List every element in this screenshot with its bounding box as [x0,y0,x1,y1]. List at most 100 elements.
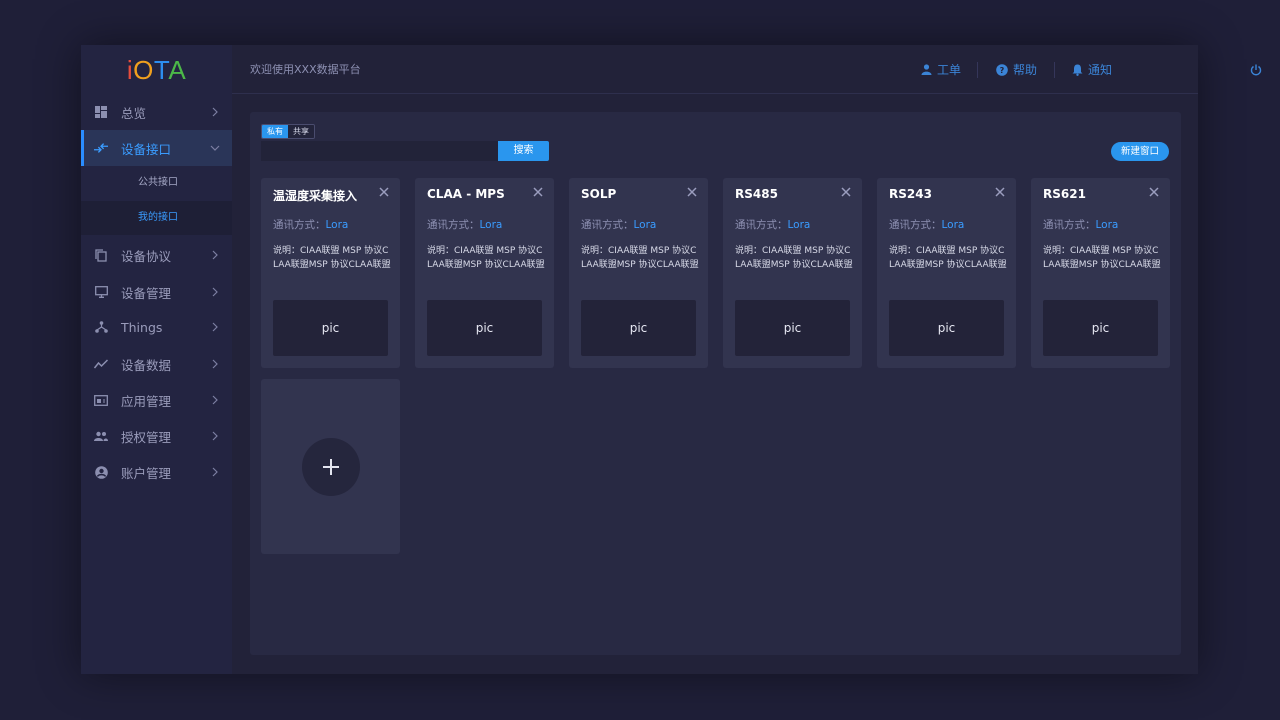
close-icon[interactable] [378,186,390,198]
chevron-right-icon [212,250,218,260]
card-picture: pic [581,300,696,356]
interface-card[interactable]: CLAA - MPS 通讯方式：Lora 说明：CIAA联盟 MSP 协议CLA… [415,178,554,368]
interface-card[interactable]: RS243 通讯方式：Lora 说明：CIAA联盟 MSP 协议CLAA联盟MS… [877,178,1016,368]
mode-label: 通讯方式： [427,219,480,231]
chevron-right-icon [212,287,218,297]
card-mode: 通讯方式：Lora [427,217,502,232]
welcome-text: 欢迎使用XXX数据平台 [250,63,361,76]
new-window-button[interactable]: 新建窗口 [1111,142,1169,161]
close-icon[interactable] [686,186,698,198]
notify-label: 通知 [1088,63,1113,77]
mode-label: 通讯方式： [581,219,634,231]
card-picture: pic [273,300,388,356]
account-icon [94,465,108,479]
card-description: 说明：CIAA联盟 MSP 协议CLAA联盟MSP 协议CLAA联盟 [581,246,699,270]
mode-value: Lora [1095,219,1119,231]
card-description: 说明：CIAA联盟 MSP 协议CLAA联盟MSP 协议CLAA联盟 [273,246,391,270]
main-panel: 私有 共享 搜索 新建窗口 温湿度采集接入 通讯方式：Lora 说明：CIAA联… [250,112,1181,655]
close-icon[interactable] [840,186,852,198]
bell-icon [1072,64,1083,76]
top-header: 欢迎使用XXX数据平台 工单 ? 帮助 通知 [232,45,1262,94]
sidebar-item-label: 应用管理 [121,393,172,409]
sidebar-item-label: 设备数据 [121,357,172,373]
chevron-down-icon [210,145,220,151]
interface-card[interactable]: RS621 通讯方式：Lora 说明：CIAA联盟 MSP 协议CLAA联盟MS… [1031,178,1170,368]
power-icon [1250,64,1262,75]
help-icon: ? [996,63,1008,76]
card-title: RS621 [1043,187,1086,201]
sidebar-item-device-protocol[interactable]: 设备协议 [81,237,232,273]
card-picture: pic [1043,300,1158,356]
interface-card[interactable]: SOLP 通讯方式：Lora 说明：CIAA联盟 MSP 协议CLAA联盟MSP… [569,178,708,368]
sidebar-item-label: 授权管理 [121,429,172,445]
close-icon[interactable] [994,186,1006,198]
sidebar-item-app-management[interactable]: 应用管理 [81,382,232,418]
tab-shared[interactable]: 共享 [288,125,314,138]
help-button[interactable]: ? 帮助 [996,45,1037,94]
sidebar-item-label: 设备协议 [121,248,172,264]
logo-letter-t: T [153,55,169,85]
card-description: 说明：CIAA联盟 MSP 协议CLAA联盟MSP 协议CLAA联盟 [427,246,545,270]
sidebar-item-overview[interactable]: 总览 [81,94,232,130]
scope-toggle: 私有 共享 [261,124,315,139]
interface-icon [94,141,108,155]
mode-label: 通讯方式： [273,219,326,231]
sidebar-item-label: 设备接口 [121,141,172,157]
sidebar-item-auth-management[interactable]: 授权管理 [81,418,232,454]
card-title: RS243 [889,187,932,201]
sidebar-item-account-management[interactable]: 账户管理 [81,454,232,490]
user-icon [921,64,932,75]
mode-value: Lora [479,219,503,231]
sidebar-item-device-interface[interactable]: 设备接口 [81,130,232,166]
notify-button[interactable]: 通知 [1072,45,1112,94]
card-picture: pic [889,300,1004,356]
app-window: iOTA 总览 设备接口 公共接口 我的接口 设备协议 设备管理 Things … [81,45,1262,674]
hierarchy-icon [94,320,108,334]
sidebar-item-things[interactable]: Things [81,309,232,345]
chevron-right-icon [212,431,218,441]
plus-icon [323,459,339,475]
mode-value: Lora [787,219,811,231]
search-input[interactable] [261,141,498,161]
card-mode: 通讯方式：Lora [1043,217,1118,232]
mode-value: Lora [941,219,965,231]
card-mode: 通讯方式：Lora [581,217,656,232]
dashboard-icon [94,105,108,119]
card-picture: pic [427,300,542,356]
monitor-icon [94,285,108,299]
close-icon[interactable] [532,186,544,198]
ticket-button[interactable]: 工单 [921,45,961,94]
card-description: 说明：CIAA联盟 MSP 协议CLAA联盟MSP 协议CLAA联盟 [735,246,853,270]
tab-private[interactable]: 私有 [262,125,288,138]
chevron-right-icon [212,467,218,477]
close-icon[interactable] [1148,186,1160,198]
interface-card[interactable]: 温湿度采集接入 通讯方式：Lora 说明：CIAA联盟 MSP 协议CLAA联盟… [261,178,400,368]
app-logo[interactable]: iOTA [81,53,232,87]
add-interface-card[interactable] [261,379,400,554]
header-divider [977,62,978,78]
power-button[interactable] [1250,45,1267,94]
sidebar-item-label: 账户管理 [121,465,172,481]
logo-letter-o: O [133,55,154,85]
card-mode: 通讯方式：Lora [273,217,348,232]
card-title: SOLP [581,187,617,201]
search-button[interactable]: 搜索 [498,141,549,161]
sidebar-item-device-management[interactable]: 设备管理 [81,274,232,310]
sidebar-item-device-data[interactable]: 设备数据 [81,346,232,382]
sidebar-subitem-public-interface[interactable]: 公共接口 [81,166,232,200]
app-icon [94,393,108,407]
mode-label: 通讯方式： [889,219,942,231]
card-title: CLAA - MPS [427,187,505,201]
help-label: 帮助 [1013,63,1038,77]
chevron-right-icon [212,359,218,369]
interface-card[interactable]: RS485 通讯方式：Lora 说明：CIAA联盟 MSP 协议CLAA联盟MS… [723,178,862,368]
sidebar-subitem-my-interface[interactable]: 我的接口 [81,201,232,235]
ticket-label: 工单 [937,63,962,77]
mode-value: Lora [633,219,657,231]
add-button[interactable] [302,438,360,496]
chevron-right-icon [212,395,218,405]
card-mode: 通讯方式：Lora [889,217,964,232]
card-mode: 通讯方式：Lora [735,217,810,232]
svg-text:?: ? [1000,66,1005,75]
group-icon [94,429,108,443]
